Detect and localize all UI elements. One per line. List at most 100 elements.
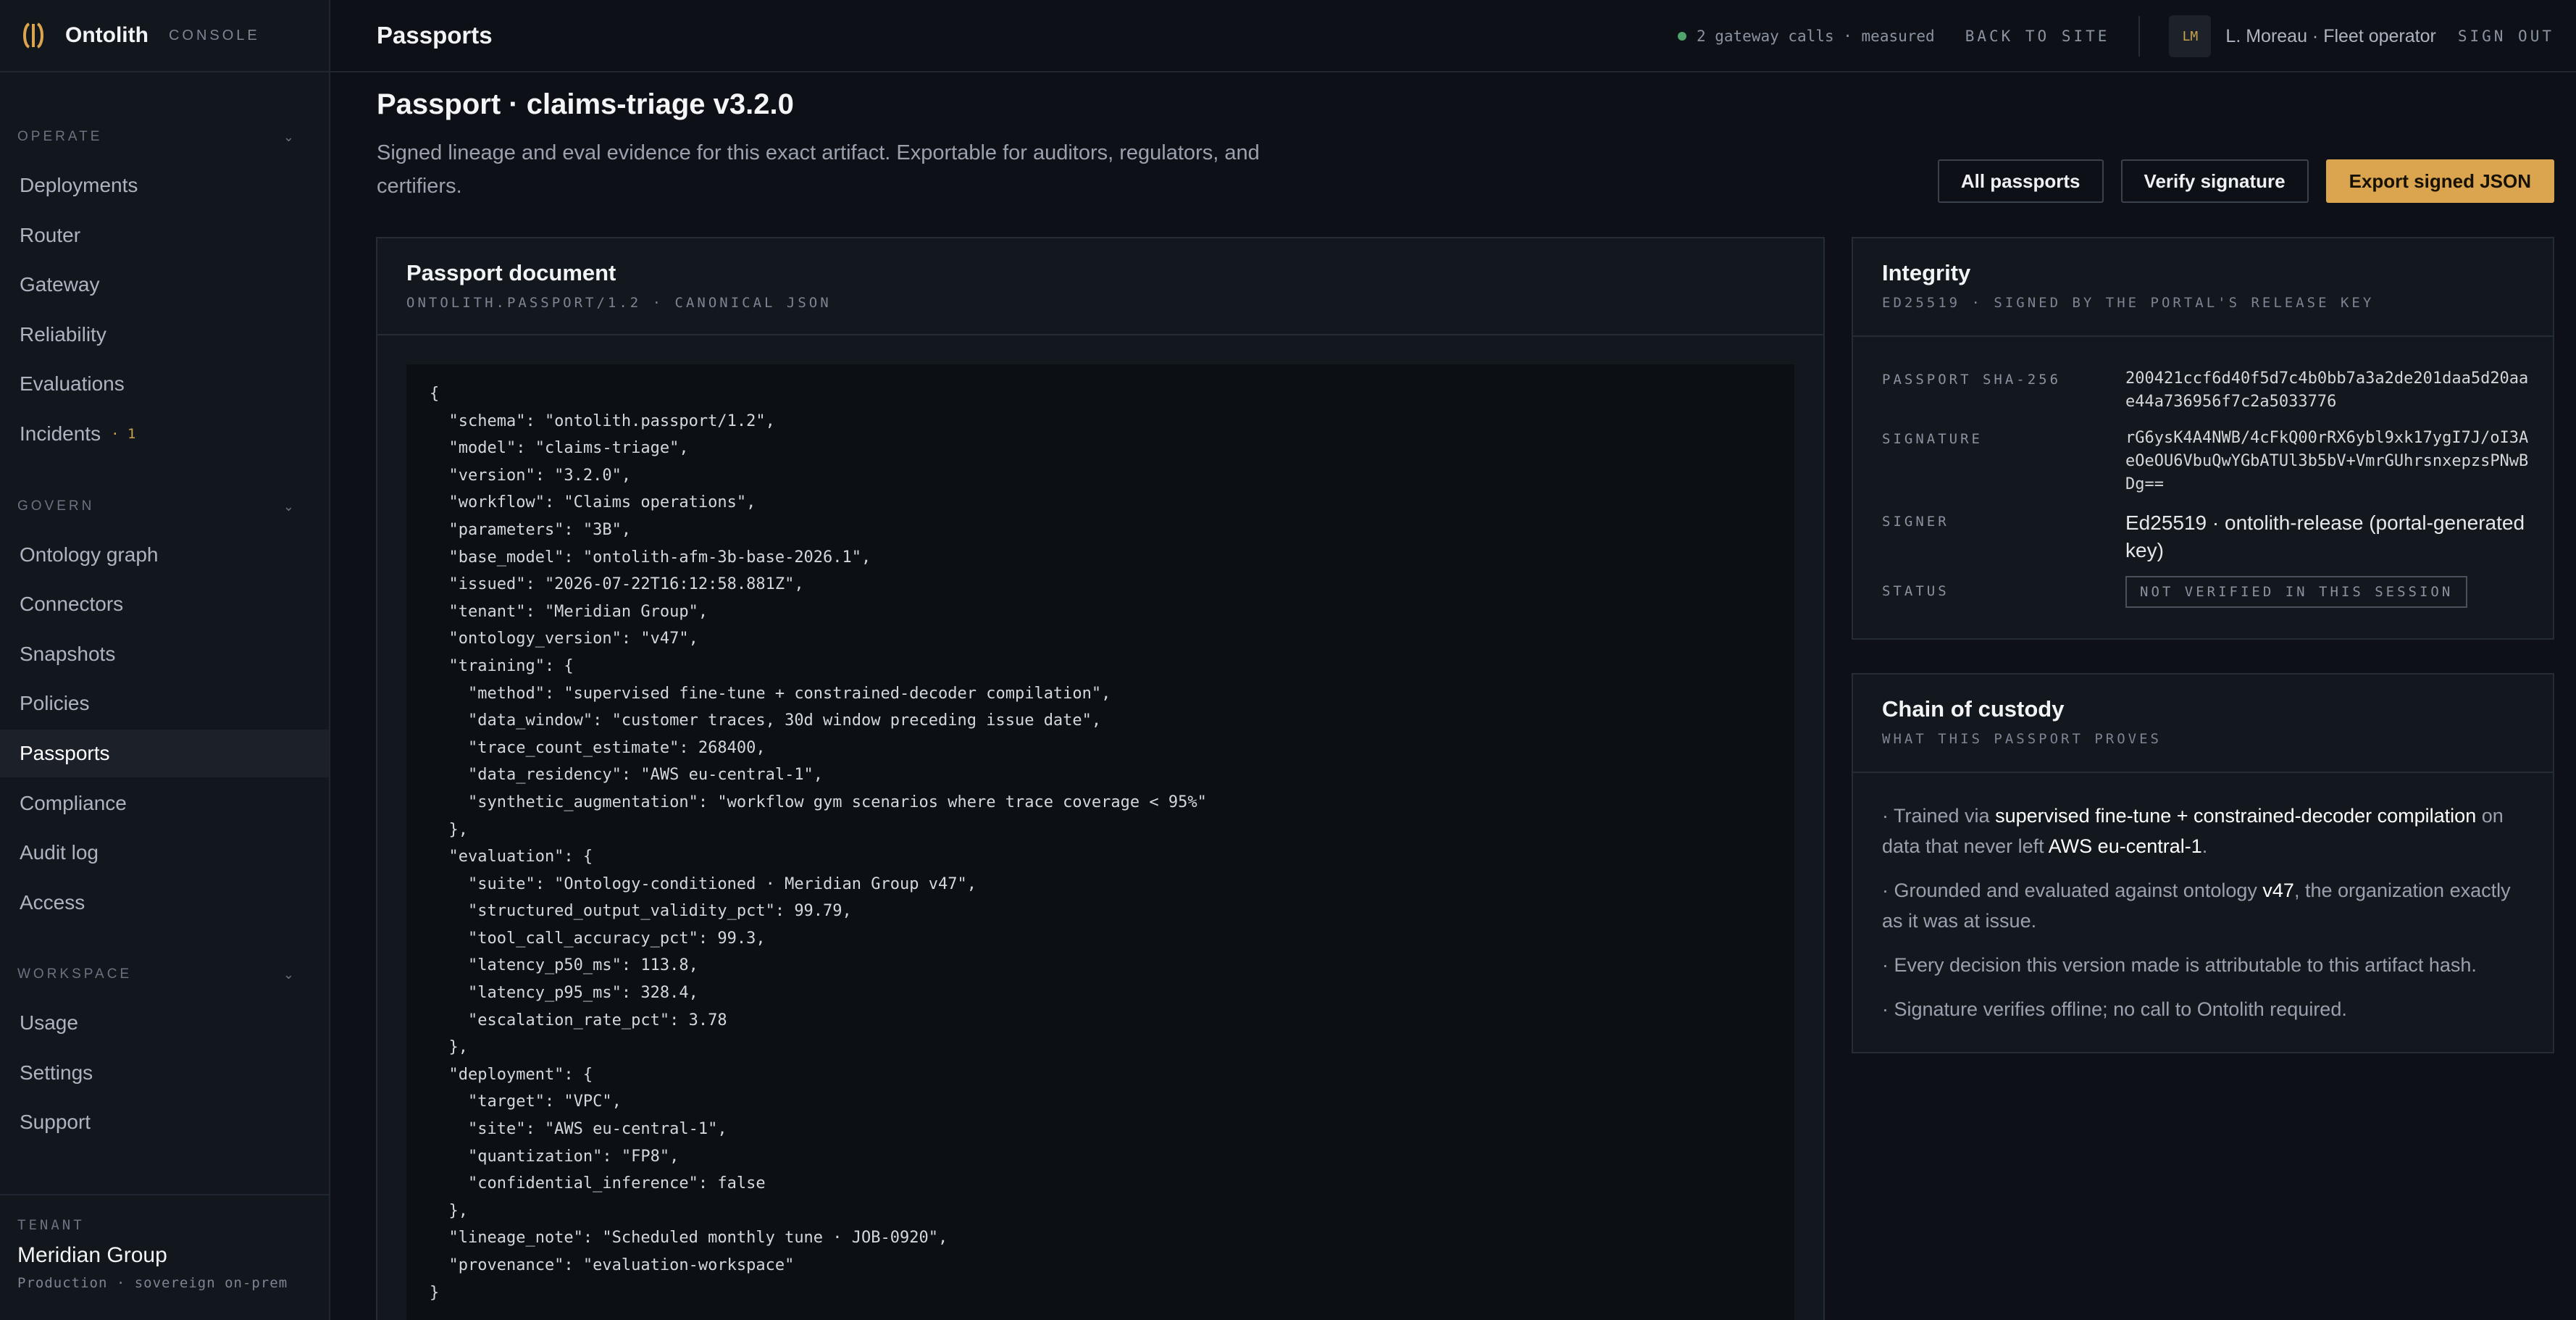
verify-signature-button[interactable]: Verify signature xyxy=(2120,159,2309,203)
sidebar-item-access[interactable]: Access xyxy=(0,879,329,927)
sidebar-item-gateway[interactable]: Gateway xyxy=(0,261,329,309)
section-govern[interactable]: GOVERN ⌄ xyxy=(17,498,294,514)
code-line: "structured_output_validity_pct": 99.79, xyxy=(430,902,852,921)
section-label: GOVERN xyxy=(17,498,95,514)
section-operate[interactable]: OPERATE ⌄ xyxy=(17,129,294,145)
sidebar-item-label: Incidents xyxy=(20,422,101,445)
export-signed-json-button[interactable]: Export signed JSON xyxy=(2325,159,2554,203)
code-line: "schema": "ontolith.passport/1.2", xyxy=(430,412,775,430)
card-header: Chain of custody WHAT THIS PASSPORT PROV… xyxy=(1853,674,2553,773)
sidebar-item-reliability[interactable]: Reliability xyxy=(0,311,329,359)
avatar[interactable]: LM xyxy=(2169,15,2212,57)
sidebar-item-deployments[interactable]: Deployments xyxy=(0,162,329,209)
section-label: OPERATE xyxy=(17,129,103,144)
signer-value: Ed25519 · ontolith-release (portal-gener… xyxy=(2125,511,2525,561)
sidebar-item-audit-log[interactable]: Audit log xyxy=(0,829,329,877)
sidebar-item-support[interactable]: Support xyxy=(0,1098,329,1146)
chain-text: · Every decision this version made is at… xyxy=(1882,954,2477,976)
card-title: Passport document xyxy=(406,260,616,285)
all-passports-button[interactable]: All passports xyxy=(1937,159,2104,203)
sidebar-item-usage[interactable]: Usage xyxy=(0,999,329,1047)
code-line: "provenance": "evaluation-workspace" xyxy=(430,1256,795,1274)
section-workspace[interactable]: WORKSPACE ⌄ xyxy=(17,966,294,982)
code-line: "trace_count_estimate": 268400, xyxy=(430,738,766,757)
sha-row: PASSPORT SHA-256 200421ccf6d40f5d7c4b0bb… xyxy=(1882,367,2531,414)
sidebar-item-incidents[interactable]: Incidents · 1 xyxy=(0,410,329,458)
code-line: "method": "supervised fine-tune + constr… xyxy=(430,684,1111,703)
brand-name: Ontolith xyxy=(65,23,149,47)
status-label: STATUS xyxy=(1882,583,1949,599)
code-line: "suite": "Ontology-conditioned · Meridia… xyxy=(430,874,977,893)
sidebar-item-evaluations[interactable]: Evaluations xyxy=(0,360,329,408)
sign-out-button[interactable]: SIGN OUT xyxy=(2458,28,2554,45)
card-subtitle: ED25519 · SIGNED BY THE PORTAL'S RELEASE… xyxy=(1882,295,2375,311)
chain-highlight: v47 xyxy=(2262,880,2294,901)
gateway-status: 2 gateway calls · measured xyxy=(1696,28,1935,45)
sidebar-item-label: Snapshots xyxy=(20,643,116,665)
sidebar-item-label: Gateway xyxy=(20,273,100,296)
back-to-site-link[interactable]: BACK TO SITE xyxy=(1965,28,2110,45)
sidebar-item-label: Router xyxy=(20,224,81,246)
chain-text: · Grounded and evaluated against ontolog… xyxy=(1882,880,2263,901)
status-badge: NOT VERIFIED IN THIS SESSION xyxy=(2125,576,2468,608)
sidebar-item-passports[interactable]: Passports xyxy=(0,730,329,777)
sidebar-item-snapshots[interactable]: Snapshots xyxy=(0,630,329,678)
topbar: Passports 2 gateway calls · measured BAC… xyxy=(330,0,2576,72)
json-code-block[interactable]: { "schema": "ontolith.passport/1.2", "mo… xyxy=(406,364,1794,1320)
signer-row: SIGNER Ed25519 · ontolith-release (porta… xyxy=(1882,509,2531,564)
card-title: Chain of custody xyxy=(1882,696,2065,722)
page-description: Signed lineage and eval evidence for thi… xyxy=(377,141,1260,198)
code-line: "workflow": "Claims operations", xyxy=(430,493,756,512)
code-line: "version": "3.2.0", xyxy=(430,466,632,485)
sidebar-item-label: Connectors xyxy=(20,593,124,615)
incident-count-badge: · 1 xyxy=(111,426,136,442)
sha-label: PASSPORT SHA-256 xyxy=(1882,372,2062,388)
sidebar-item-ontology-graph[interactable]: Ontology graph xyxy=(0,531,329,579)
sidebar-item-label: Audit log xyxy=(20,841,99,864)
code-line: "site": "AWS eu-central-1", xyxy=(430,1120,727,1139)
status-value-wrap: NOT VERIFIED IN THIS SESSION xyxy=(2125,576,2531,608)
sha-value[interactable]: 200421ccf6d40f5d7c4b0bb7a3a2de201daa5d20… xyxy=(2125,367,2531,414)
code-line: }, xyxy=(430,1201,468,1220)
card-header: Passport document ONTOLITH.PASSPORT/1.2 … xyxy=(377,238,1823,335)
code-line: "deployment": { xyxy=(430,1065,593,1084)
code-line: "target": "VPC", xyxy=(430,1093,622,1111)
sidebar-item-label: Usage xyxy=(20,1011,78,1034)
code-line: "confidential_inference": false xyxy=(430,1174,766,1193)
signature-row: SIGNATURE rG6ysK4A4NWB/4cFkQ00rRX6ybl9xk… xyxy=(1882,427,2531,496)
chain-highlight: supervised fine-tune + constrained-decod… xyxy=(1995,805,2477,827)
code-line: { xyxy=(430,385,440,403)
chevron-down-icon: ⌄ xyxy=(283,129,294,144)
sidebar-item-label: Support xyxy=(20,1111,91,1133)
sidebar-item-label: Reliability xyxy=(20,323,106,346)
tenant-label: TENANT xyxy=(17,1217,85,1233)
code-line: "model": "claims-triage", xyxy=(430,439,689,458)
chain-item: · Grounded and evaluated against ontolog… xyxy=(1882,875,2524,936)
sidebar-item-connectors[interactable]: Connectors xyxy=(0,580,329,628)
tenant-name: Meridian Group xyxy=(17,1243,167,1267)
sidebar-item-label: Policies xyxy=(20,692,90,714)
card-header: Integrity ED25519 · SIGNED BY THE PORTAL… xyxy=(1853,238,2553,337)
card-title: Integrity xyxy=(1882,260,1971,285)
code-line: } xyxy=(430,1283,440,1302)
sidebar-item-settings[interactable]: Settings xyxy=(0,1049,329,1097)
code-line: "evaluation": { xyxy=(430,848,593,866)
chain-text: . xyxy=(2201,835,2208,857)
chain-highlight: AWS eu-central-1 xyxy=(2048,835,2202,857)
code-line: "data_window": "customer traces, 30d win… xyxy=(430,711,1102,730)
tenant-panel[interactable]: TENANT Meridian Group Production · sover… xyxy=(0,1194,329,1320)
sidebar-item-policies[interactable]: Policies xyxy=(0,680,329,727)
sidebar-item-label: Access xyxy=(20,891,85,914)
brand[interactable]: Ontolith CONSOLE xyxy=(0,0,329,72)
page-actions: All passports Verify signature Export si… xyxy=(1920,159,2554,203)
code-line: }, xyxy=(430,820,468,839)
sidebar-item-compliance[interactable]: Compliance xyxy=(0,780,329,827)
sidebar-item-label: Settings xyxy=(20,1061,93,1084)
sidebar-item-router[interactable]: Router xyxy=(0,212,329,259)
chain-list: · Trained via supervised fine-tune + con… xyxy=(1882,801,2524,1038)
signature-value[interactable]: rG6ysK4A4NWB/4cFkQ00rRX6ybl9xk17ygI7J/oI… xyxy=(2125,427,2531,496)
sidebar-item-label: Passports xyxy=(20,742,110,764)
user-label: L. Moreau · Fleet operator xyxy=(2225,25,2436,46)
chain-of-custody-card: Chain of custody WHAT THIS PASSPORT PROV… xyxy=(1852,673,2554,1053)
brand-sub: CONSOLE xyxy=(168,27,260,43)
